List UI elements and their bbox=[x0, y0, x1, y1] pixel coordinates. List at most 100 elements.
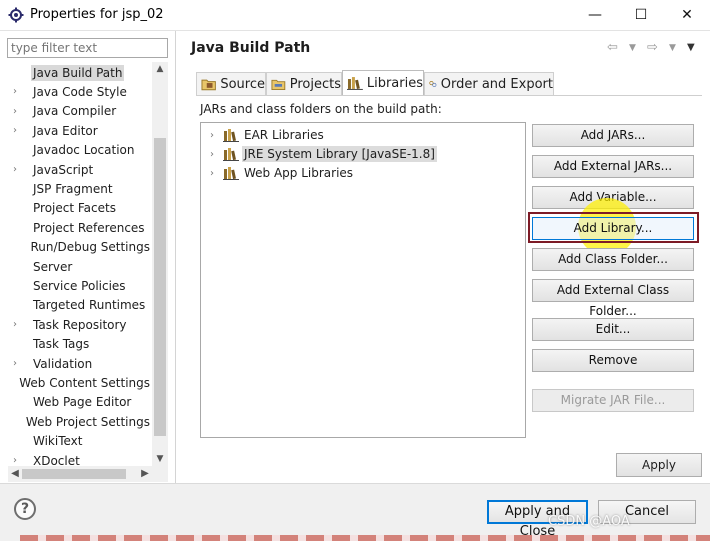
tree-item-label: XDoclet bbox=[33, 453, 80, 466]
close-button[interactable]: ✕ bbox=[664, 0, 710, 30]
tree-item-label: Targeted Runtimes bbox=[33, 298, 146, 313]
add-class-folder-button[interactable]: Add Class Folder... bbox=[532, 248, 694, 271]
tab-libraries[interactable]: Libraries bbox=[342, 70, 424, 95]
scrollbar-thumb[interactable] bbox=[154, 138, 166, 436]
add-library-button[interactable]: Add Library... bbox=[532, 217, 694, 240]
tree-item-label: Project References bbox=[33, 220, 145, 235]
property-pages-pane: Java Build Path › Java Code Style › Java Com… bbox=[0, 31, 176, 483]
tree-item[interactable]: Service Policies bbox=[8, 276, 152, 295]
eclipse-gear-icon bbox=[8, 7, 24, 23]
remove-button[interactable]: Remove bbox=[532, 349, 694, 372]
library-icon bbox=[223, 167, 239, 180]
order-export-icon bbox=[429, 80, 437, 88]
chevron-right-icon[interactable]: › bbox=[207, 168, 217, 179]
chevron-right-icon[interactable]: › bbox=[8, 86, 22, 97]
minimize-button[interactable]: — bbox=[572, 0, 618, 30]
tree-item[interactable]: › Java Compiler bbox=[8, 102, 152, 121]
tree-item-label: Server bbox=[33, 259, 73, 274]
tree-item[interactable]: › XDoclet bbox=[8, 451, 152, 466]
tree-item-label: Javadoc Location bbox=[33, 143, 135, 158]
property-page-tree: Java Build Path › Java Code Style › Java Com… bbox=[8, 63, 152, 465]
filter-input[interactable] bbox=[7, 38, 168, 58]
tree-item[interactable]: › Java Editor bbox=[8, 121, 152, 140]
library-icon bbox=[223, 129, 239, 142]
tree-item-label: Web Project Settings bbox=[25, 414, 150, 429]
tree-item[interactable]: Targeted Runtimes bbox=[8, 296, 152, 315]
tree-item-label: Web Content Settings bbox=[19, 375, 150, 390]
tree-item[interactable]: › Task Repository bbox=[8, 315, 152, 334]
tree-item[interactable]: Javadoc Location bbox=[8, 141, 152, 160]
tree-item[interactable]: Web Page Editor bbox=[8, 393, 152, 412]
chevron-down-icon[interactable]: ▼ bbox=[629, 43, 636, 53]
tree-item[interactable]: Task Tags bbox=[8, 335, 152, 354]
chevron-down-icon[interactable]: ▼ bbox=[669, 43, 676, 53]
tree-item[interactable]: › Java Code Style bbox=[8, 82, 152, 101]
library-list[interactable]: › EAR Libraries › JRE System Library [Ja… bbox=[200, 122, 526, 438]
tree-item-label: Task Repository bbox=[33, 317, 127, 332]
tree-item[interactable]: › JavaScript bbox=[8, 160, 152, 179]
libraries-icon bbox=[347, 77, 363, 90]
tree-item-label: JSP Fragment bbox=[33, 181, 113, 196]
migrate-jar-button[interactable]: Migrate JAR File... bbox=[532, 389, 694, 412]
libraries-caption: JARs and class folders on the build path… bbox=[200, 102, 442, 116]
maximize-button[interactable]: ☐ bbox=[618, 0, 664, 30]
chevron-right-icon[interactable]: › bbox=[8, 455, 22, 465]
library-icon bbox=[223, 148, 239, 161]
scroll-left-icon[interactable]: ◀ bbox=[8, 466, 22, 482]
add-external-class-folder-button[interactable]: Add External Class Folder... bbox=[532, 279, 694, 318]
scroll-right-icon[interactable]: ▶ bbox=[138, 466, 152, 482]
tab-order-and-export-label: Order and Export bbox=[440, 76, 553, 92]
scroll-down-icon[interactable]: ▼ bbox=[152, 452, 168, 466]
library-label: JRE System Library [JavaSE-1.8] bbox=[242, 146, 437, 162]
tree-item[interactable]: Server bbox=[8, 257, 152, 276]
tab-projects[interactable]: Projects bbox=[266, 72, 342, 95]
chevron-right-icon[interactable]: › bbox=[207, 149, 217, 160]
edit-button[interactable]: Edit... bbox=[532, 318, 694, 341]
scroll-up-icon[interactable]: ▲ bbox=[152, 62, 168, 76]
background-strip bbox=[20, 535, 710, 541]
watermark-text: CSDN @AOA bbox=[548, 514, 630, 529]
window-title: Properties for jsp_02 bbox=[30, 7, 164, 22]
tree-item[interactable]: Run/Debug Settings bbox=[8, 238, 152, 257]
chevron-right-icon[interactable]: › bbox=[8, 106, 22, 117]
tree-item-label: Project Facets bbox=[33, 201, 116, 216]
tab-source[interactable]: Source bbox=[196, 72, 266, 95]
tree-item[interactable]: Project Facets bbox=[8, 199, 152, 218]
library-label: Web App Libraries bbox=[244, 166, 354, 180]
source-folder-icon bbox=[201, 79, 216, 91]
apply-button[interactable]: Apply bbox=[616, 453, 702, 477]
chevron-right-icon[interactable]: › bbox=[8, 125, 22, 136]
tree-item-label: Java Code Style bbox=[33, 84, 127, 99]
tree-vertical-scrollbar[interactable]: ▲ ▼ bbox=[152, 62, 168, 466]
add-jars-button[interactable]: Add JARs... bbox=[532, 124, 694, 147]
tree-item-label: Java Build Path bbox=[31, 64, 125, 81]
tree-item[interactable]: JSP Fragment bbox=[8, 179, 152, 198]
tree-item[interactable]: Web Content Settings bbox=[8, 373, 152, 392]
chevron-right-icon[interactable]: › bbox=[207, 130, 217, 141]
back-arrow-icon[interactable]: ⇦ bbox=[607, 40, 618, 55]
add-external-jars-button[interactable]: Add External JARs... bbox=[532, 155, 694, 178]
tree-item[interactable]: WikiText bbox=[8, 432, 152, 451]
tree-horizontal-scrollbar[interactable]: ◀ ▶ bbox=[8, 466, 168, 482]
chevron-right-icon[interactable]: › bbox=[8, 358, 22, 369]
chevron-right-icon[interactable]: › bbox=[8, 319, 22, 330]
history-nav: ⇦ ▼ ⇨ ▼ ▼ bbox=[607, 40, 699, 56]
help-icon[interactable]: ? bbox=[14, 498, 36, 520]
library-item-web-app[interactable]: › Web App Libraries bbox=[207, 164, 355, 182]
view-menu-icon[interactable]: ▼ bbox=[687, 42, 695, 53]
tree-item[interactable]: Web Project Settings bbox=[8, 412, 152, 431]
tree-item[interactable]: Java Build Path bbox=[8, 63, 152, 82]
tab-order-and-export[interactable]: Order and Export bbox=[424, 72, 554, 95]
forward-arrow-icon[interactable]: ⇨ bbox=[647, 40, 658, 55]
tree-item-label: Web Page Editor bbox=[33, 395, 132, 410]
chevron-right-icon[interactable]: › bbox=[8, 164, 22, 175]
tree-item[interactable]: Project References bbox=[8, 218, 152, 237]
tree-item[interactable]: › Validation bbox=[8, 354, 152, 373]
tree-item-label: Java Compiler bbox=[33, 104, 117, 119]
projects-icon bbox=[271, 79, 286, 90]
scrollbar-thumb[interactable] bbox=[22, 469, 126, 479]
tree-item-label: Task Tags bbox=[33, 337, 90, 352]
library-item-jre[interactable]: › JRE System Library [JavaSE-1.8] bbox=[207, 145, 437, 163]
library-item-ear[interactable]: › EAR Libraries bbox=[207, 126, 326, 144]
page-title: Java Build Path bbox=[191, 40, 311, 56]
